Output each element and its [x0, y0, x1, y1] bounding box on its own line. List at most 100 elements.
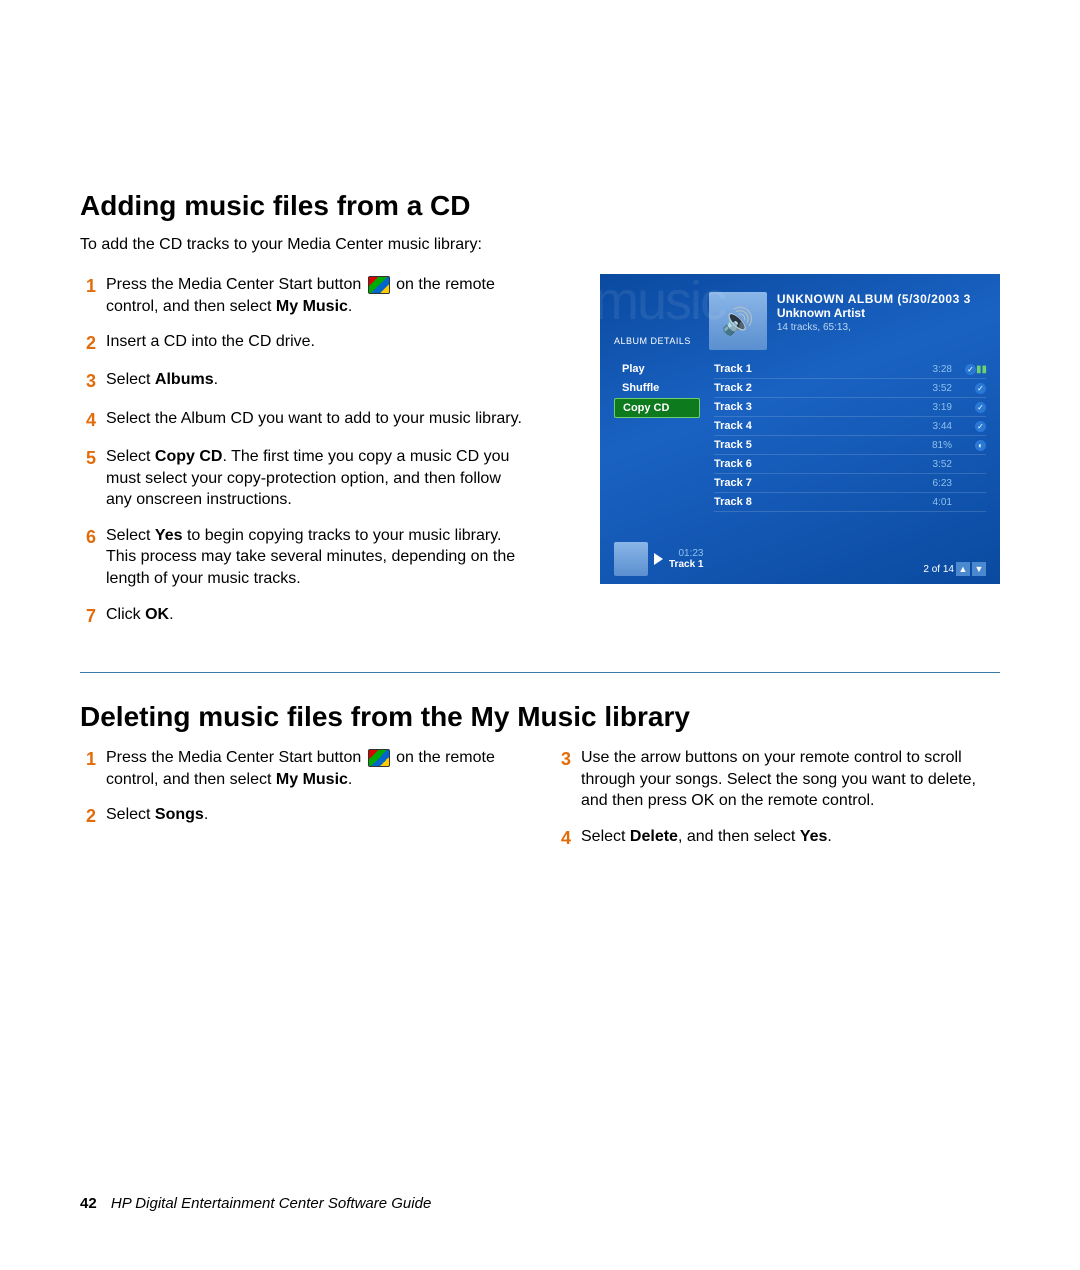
- track-status-icons: ✓: [952, 383, 986, 394]
- step-number: 4: [80, 408, 106, 432]
- step-text-part: Select: [106, 448, 155, 465]
- page-footer: 42 HP Digital Entertainment Center Softw…: [80, 1195, 431, 1212]
- step-bold: My Music: [276, 771, 348, 788]
- step-text-part: Click: [106, 606, 145, 623]
- section1-heading: Adding music files from a CD: [80, 190, 1000, 222]
- track-duration: 3:19: [912, 402, 952, 413]
- media-center-start-icon: [368, 749, 390, 767]
- media-center-start-icon: [368, 276, 390, 294]
- media-center-screenshot: music ALBUM DETAILS 🔊 UNKNOWN ALBUM (5/3…: [600, 274, 1000, 584]
- track-name: Track 6: [714, 458, 912, 470]
- album-title: UNKNOWN ALBUM (5/30/2003 3: [777, 292, 986, 306]
- album-art-icon: 🔊: [709, 292, 767, 350]
- step-3: 3 Select Albums.: [80, 369, 525, 393]
- step-4: 4 Select the Album CD you want to add to…: [80, 408, 525, 432]
- s2-step-3: 3 Use the arrow buttons on your remote c…: [555, 747, 1000, 812]
- equalizer-icon: ▮▮: [976, 364, 986, 374]
- track-status-icons: ✓: [952, 402, 986, 413]
- track-duration: 3:52: [912, 383, 952, 394]
- track-name: Track 2: [714, 382, 912, 394]
- track-status-icons: ✓: [952, 421, 986, 432]
- footer-title: HP Digital Entertainment Center Software…: [111, 1195, 431, 1212]
- pager-text: 2 of 14: [923, 564, 954, 575]
- step-number: 2: [80, 804, 106, 828]
- copying-icon: ◐: [975, 440, 986, 451]
- check-icon: ✓: [975, 421, 986, 432]
- track-duration: 3:44: [912, 421, 952, 432]
- step-number: 5: [80, 446, 106, 511]
- s2-step-2: 2 Select Songs.: [80, 804, 525, 828]
- track-row[interactable]: Track 84:01: [714, 493, 986, 512]
- step-text-part: .: [204, 806, 208, 823]
- track-name: Track 8: [714, 496, 912, 508]
- check-icon: ✓: [975, 402, 986, 413]
- s2-step-1: 1 Press the Media Center Start button on…: [80, 747, 525, 790]
- now-playing-track: Track 1: [669, 559, 703, 570]
- track-row[interactable]: Track 63:52: [714, 455, 986, 474]
- menu-item-shuffle[interactable]: Shuffle: [614, 379, 700, 397]
- section1-steps-col: 1 Press the Media Center Start button on…: [80, 274, 525, 642]
- track-duration: 4:01: [912, 497, 952, 508]
- track-duration: 3:28: [912, 364, 952, 375]
- track-row[interactable]: Track 76:23: [714, 474, 986, 493]
- step-bold: Copy CD: [155, 448, 223, 465]
- track-status-icons: ◐: [952, 440, 986, 451]
- track-list: Track 13:28✓▮▮Track 23:52✓Track 33:19✓Tr…: [714, 360, 986, 512]
- album-details-label: ALBUM DETAILS: [614, 336, 691, 346]
- check-icon: ✓: [965, 364, 976, 375]
- track-name: Track 7: [714, 477, 912, 489]
- step-number: 3: [80, 369, 106, 393]
- track-row[interactable]: Track 13:28✓▮▮: [714, 360, 986, 379]
- track-row[interactable]: Track 33:19✓: [714, 398, 986, 417]
- play-icon: [654, 553, 663, 565]
- section2-heading: Deleting music files from the My Music l…: [80, 701, 1000, 733]
- step-bold: Yes: [800, 828, 828, 845]
- step-number: 7: [80, 604, 106, 628]
- step-text-part: Press the Media Center Start button: [106, 276, 366, 293]
- album-meta: 14 tracks, 65:13,: [777, 322, 986, 333]
- now-playing-art-icon: [614, 542, 648, 576]
- step-text-part: .: [348, 298, 352, 315]
- album-artist: Unknown Artist: [777, 306, 986, 320]
- track-name: Track 1: [714, 363, 912, 375]
- track-status-icons: ✓▮▮: [952, 364, 986, 375]
- step-text-part: Select: [106, 371, 155, 388]
- menu-item-play[interactable]: Play: [614, 360, 700, 378]
- step-bold: OK: [145, 606, 169, 623]
- step-bold: Delete: [630, 828, 678, 845]
- step-text-part: Select: [106, 806, 155, 823]
- step-5: 5 Select Copy CD. The first time you cop…: [80, 446, 525, 511]
- step-text: Insert a CD into the CD drive.: [106, 331, 525, 355]
- step-bold: My Music: [276, 298, 348, 315]
- step-bold: Songs: [155, 806, 204, 823]
- step-bold: Albums: [155, 371, 214, 388]
- step-text-part: Select: [106, 527, 155, 544]
- track-row[interactable]: Track 23:52✓: [714, 379, 986, 398]
- track-pager: 2 of 14 ▲ ▼: [923, 562, 986, 576]
- step-text-part: .: [827, 828, 831, 845]
- menu-item-copy-cd[interactable]: Copy CD: [614, 398, 700, 418]
- track-duration: 81%: [912, 440, 952, 451]
- step-bold: Yes: [155, 527, 183, 544]
- step-number: 3: [555, 747, 581, 812]
- now-playing: 01:23 Track 1: [614, 542, 703, 576]
- track-row[interactable]: Track 43:44✓: [714, 417, 986, 436]
- step-number: 4: [555, 826, 581, 850]
- step-text-part: .: [214, 371, 218, 388]
- step-7: 7 Click OK.: [80, 604, 525, 628]
- step-text-part: .: [169, 606, 173, 623]
- step-text-part: Select: [581, 828, 630, 845]
- section1-intro: To add the CD tracks to your Media Cente…: [80, 236, 1000, 254]
- track-duration: 6:23: [912, 478, 952, 489]
- album-action-menu: PlayShuffleCopy CD: [614, 360, 700, 512]
- s2-step-4: 4 Select Delete, and then select Yes.: [555, 826, 1000, 850]
- pager-up-icon[interactable]: ▲: [956, 562, 970, 576]
- step-number: 1: [80, 274, 106, 317]
- track-row[interactable]: Track 581%◐: [714, 436, 986, 455]
- track-duration: 3:52: [912, 459, 952, 470]
- step-2: 2 Insert a CD into the CD drive.: [80, 331, 525, 355]
- step-text: Select the Album CD you want to add to y…: [106, 408, 525, 432]
- page-number: 42: [80, 1195, 97, 1212]
- pager-down-icon[interactable]: ▼: [972, 562, 986, 576]
- step-text-part: Press the Media Center Start button: [106, 749, 366, 766]
